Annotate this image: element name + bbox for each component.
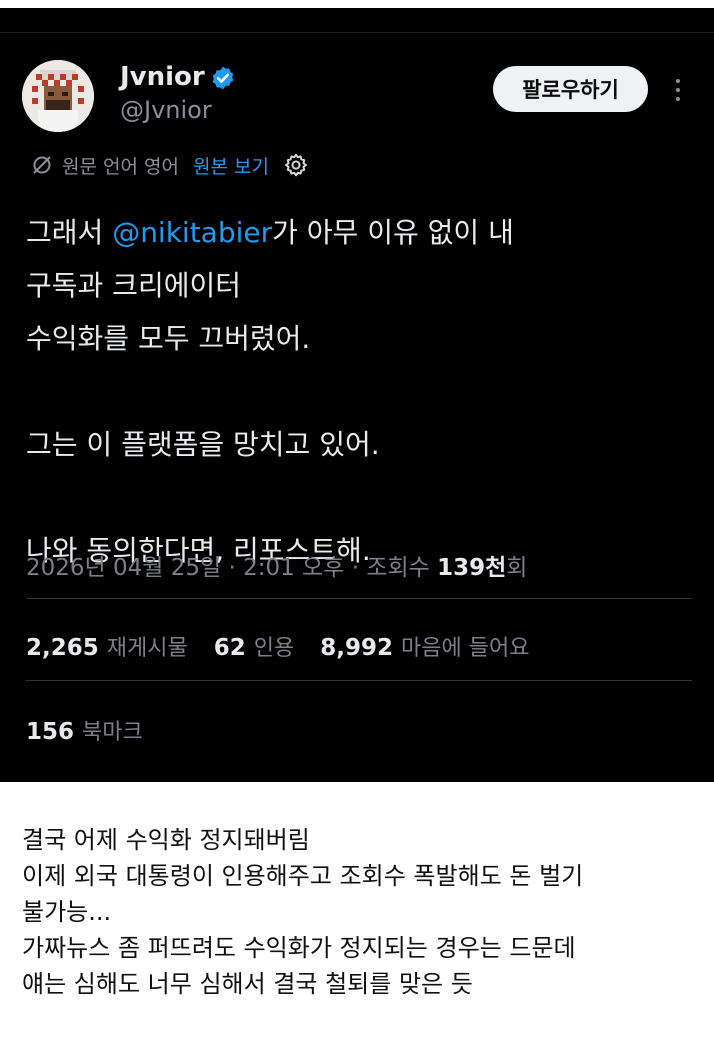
- translation-bar: 원문 언어 영어 원본 보기: [30, 150, 309, 180]
- tweet-card: Jvnior @Jvnior 팔로우하기 원문 언어 영어 원본 보기 그래서 …: [0, 8, 714, 782]
- top-divider: [0, 32, 714, 33]
- caption-line: 얘는 심해도 너무 심해서 결국 철퇴를 맞은 듯: [22, 970, 473, 998]
- quotes-stat[interactable]: 62 인용: [214, 630, 295, 662]
- caption-line: 불가능...: [22, 898, 112, 926]
- view-original-link[interactable]: 원본 보기: [193, 152, 269, 179]
- tweet-datetime[interactable]: 2026년 04월 25일 · 2:01 오후 · 조회수: [26, 555, 437, 581]
- tweet-text: 그래서 @nikitabier가 아무 이유 없이 내구독과 크리에이터수익화를…: [26, 206, 514, 577]
- display-name[interactable]: Jvnior: [120, 62, 205, 92]
- translate-icon: [33, 156, 51, 174]
- avatar-image: [22, 60, 94, 132]
- translation-note: 원문 언어 영어: [62, 155, 179, 178]
- tweet-line-2: 구독과 크리에이터: [26, 269, 241, 302]
- avatar[interactable]: [22, 60, 94, 132]
- reposts-stat[interactable]: 2,265 재게시물: [26, 630, 188, 662]
- divider: [26, 598, 692, 599]
- verified-badge-icon: [212, 66, 234, 90]
- mention-link[interactable]: @nikitabier: [112, 216, 272, 249]
- tweet-line-3: 수익화를 모두 끄버렸어.: [26, 322, 311, 355]
- caption-line: 이제 외국 대통령이 인용해주고 조회수 폭발해도 돈 벌기: [22, 862, 584, 890]
- bookmarks-stat[interactable]: 156 북마크: [26, 714, 143, 746]
- caption-line: 결국 어제 수익화 정지돼버림: [22, 826, 310, 854]
- caption-line: 가짜뉴스 좀 퍼뜨려도 수익화가 정지되는 경우는 드문데: [22, 934, 576, 962]
- engagement-stats: 2,265 재게시물 62 인용 8,992 마음에 들어요: [26, 630, 555, 662]
- likes-stat[interactable]: 8,992 마음에 들어요: [320, 630, 529, 662]
- divider: [26, 680, 692, 681]
- settings-gear-icon[interactable]: [283, 152, 309, 178]
- view-count: 139천: [437, 555, 507, 581]
- tweet-meta: 2026년 04월 25일 · 2:01 오후 · 조회수 139천회: [26, 555, 528, 581]
- user-handle[interactable]: @Jvnior: [120, 96, 212, 124]
- tweet-line-4: 그는 이 플랫폼을 망치고 있어.: [26, 428, 380, 461]
- follow-button[interactable]: 팔로우하기: [493, 66, 648, 112]
- caption-text: 결국 어제 수익화 정지돼버림 이제 외국 대통령이 인용해주고 조회수 폭발해…: [22, 822, 583, 1002]
- more-options-icon[interactable]: [668, 74, 688, 108]
- tweet-line-1: 그래서 @nikitabier가 아무 이유 없이 내: [26, 216, 514, 249]
